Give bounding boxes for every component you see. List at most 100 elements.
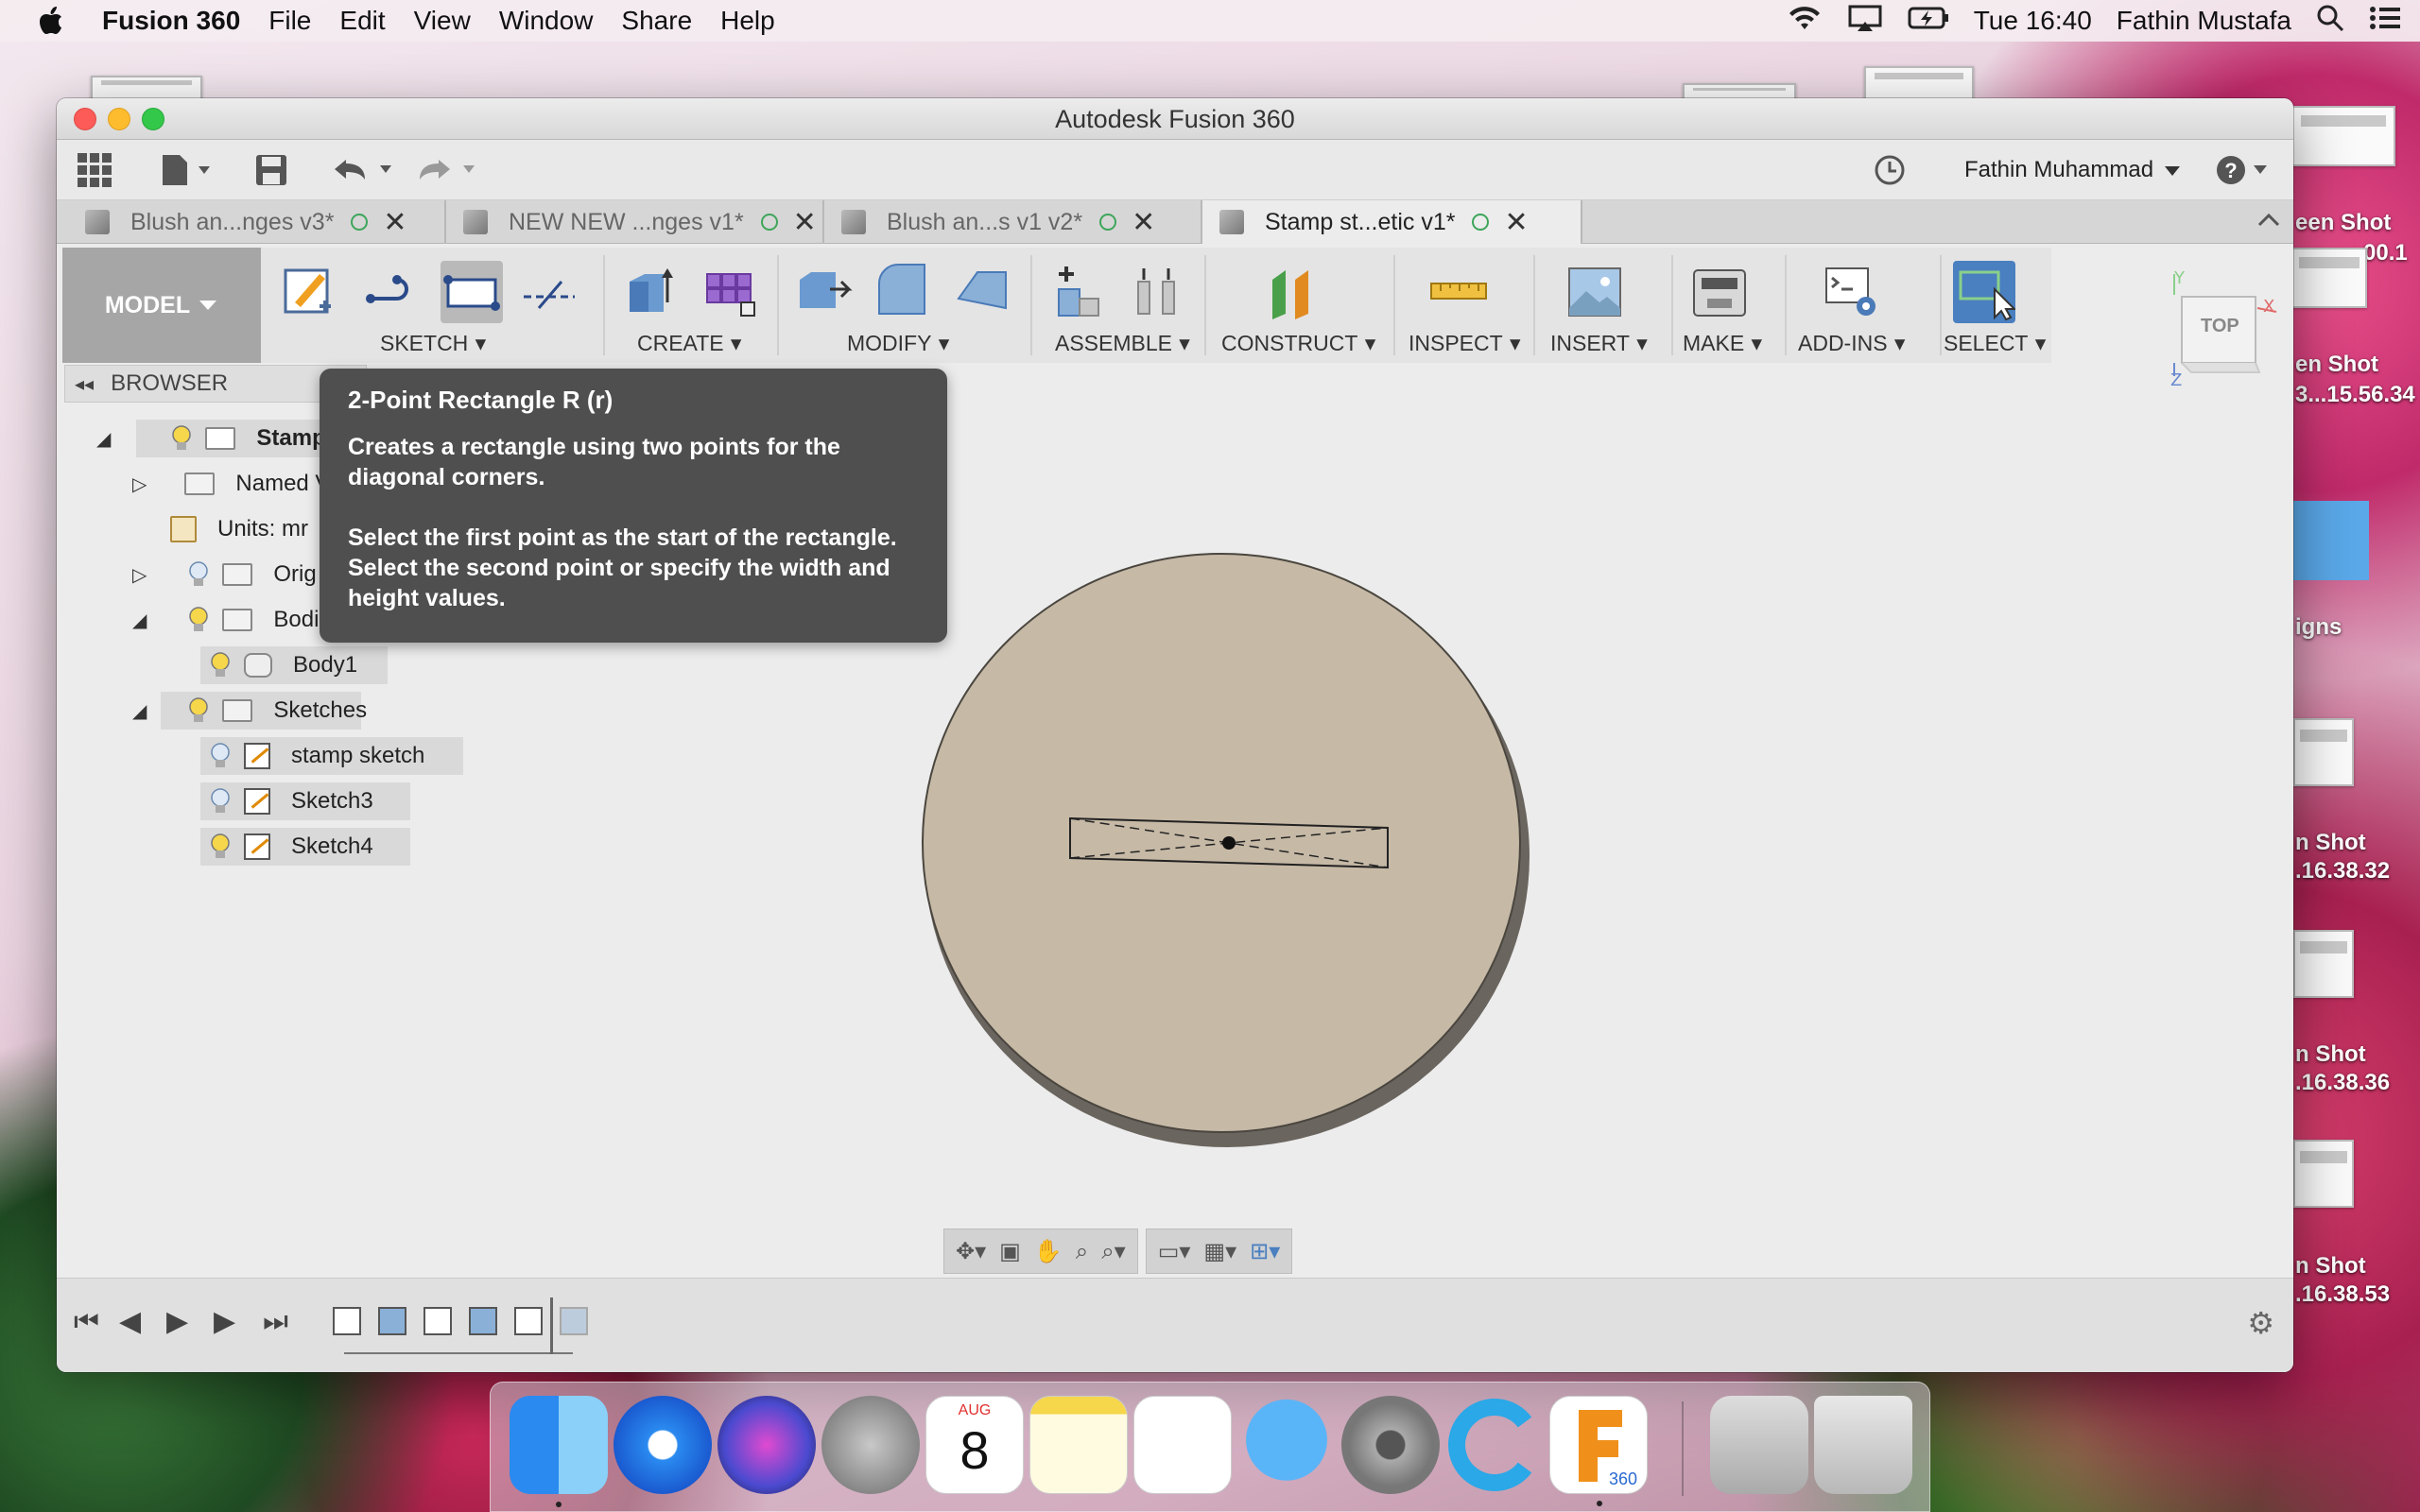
desktop-file-thumbnail[interactable] bbox=[2291, 106, 2395, 166]
desktop-file-label[interactable]: n Shot bbox=[2295, 1253, 2366, 1280]
spotlight-icon[interactable] bbox=[2316, 4, 2344, 39]
fusion-360-icon[interactable]: 360 bbox=[1549, 1396, 1648, 1506]
orbit-icon[interactable]: ✥▾ bbox=[956, 1238, 986, 1264]
launchpad-rocket-icon[interactable] bbox=[821, 1396, 920, 1494]
minimize-window-button[interactable] bbox=[108, 108, 130, 130]
visibility-bulb-icon[interactable] bbox=[210, 833, 231, 860]
desktop-file-thumbnail[interactable] bbox=[2293, 718, 2354, 786]
help-icon[interactable]: ? bbox=[2216, 151, 2273, 189]
make-group-menu[interactable]: MAKE ▾ bbox=[1683, 331, 1762, 356]
3d-print-icon[interactable] bbox=[1688, 261, 1751, 323]
timeline-settings-gear-icon[interactable]: ⚙ bbox=[2247, 1305, 2274, 1341]
visibility-bulb-icon[interactable] bbox=[210, 652, 231, 679]
clock[interactable]: Tue 16:40 bbox=[1974, 6, 2092, 36]
safari-icon[interactable] bbox=[614, 1396, 712, 1494]
menu-file[interactable]: File bbox=[268, 6, 311, 36]
browser-node-sketch4[interactable]: Sketch4 bbox=[200, 828, 410, 866]
undo-icon[interactable] bbox=[333, 151, 399, 189]
create-sketch-icon[interactable] bbox=[278, 261, 340, 323]
browser-node-body1[interactable]: Body1 bbox=[200, 646, 388, 684]
visibility-bulb-icon[interactable] bbox=[188, 607, 209, 633]
timeline-extrude-feature[interactable] bbox=[469, 1307, 497, 1335]
browser-node-sketch3[interactable]: Sketch3 bbox=[200, 782, 410, 820]
grid-settings-icon[interactable]: ▦▾ bbox=[1203, 1238, 1236, 1264]
insert-group-menu[interactable]: INSERT ▾ bbox=[1550, 331, 1648, 356]
visibility-bulb-off-icon[interactable] bbox=[210, 743, 231, 769]
collapse-toolbar-chevron-up-icon[interactable] bbox=[2256, 208, 2282, 239]
save-icon[interactable] bbox=[255, 151, 287, 189]
create-group-menu[interactable]: CREATE ▾ bbox=[637, 331, 741, 356]
timeline-previous-icon[interactable]: ◀ bbox=[119, 1305, 141, 1338]
extrude-icon[interactable] bbox=[620, 261, 683, 323]
window-titlebar[interactable]: Autodesk Fusion 360 bbox=[57, 98, 2293, 140]
expand-triangle-icon[interactable]: ▷ bbox=[132, 472, 147, 495]
timeline-last-icon[interactable]: ⏭ bbox=[263, 1305, 288, 1338]
timeline-next-icon[interactable]: ▶ bbox=[214, 1305, 235, 1338]
select-tool-icon[interactable] bbox=[1953, 261, 2017, 323]
siri-icon[interactable] bbox=[717, 1396, 816, 1494]
menu-window[interactable]: Window bbox=[499, 6, 594, 36]
timeline-first-icon[interactable]: ⏮ bbox=[74, 1305, 99, 1338]
browser-node-units[interactable]: Units: mr bbox=[170, 510, 308, 548]
new-component-icon[interactable] bbox=[1046, 261, 1108, 323]
visibility-bulb-off-icon[interactable] bbox=[210, 788, 231, 815]
browser-node-origin[interactable]: ▷ Orig bbox=[132, 556, 317, 593]
menu-app-name[interactable]: Fusion 360 bbox=[102, 6, 240, 36]
battery-icon[interactable] bbox=[1908, 6, 1949, 37]
redo-icon[interactable] bbox=[416, 151, 482, 189]
collapse-triangle-icon[interactable]: ◢ bbox=[132, 609, 147, 631]
file-menu-icon[interactable] bbox=[161, 151, 214, 189]
display-settings-icon[interactable]: ▭▾ bbox=[1158, 1238, 1191, 1264]
reminders-icon[interactable] bbox=[1133, 1396, 1232, 1494]
tab-blush-v1-v2[interactable]: Blush an...s v1 v2* ✕ bbox=[824, 200, 1202, 244]
menu-share[interactable]: Share bbox=[621, 6, 692, 36]
job-status-clock-icon[interactable] bbox=[1874, 151, 1906, 189]
offset-plane-icon[interactable] bbox=[1263, 261, 1325, 323]
two-point-rectangle-icon[interactable] bbox=[441, 261, 503, 323]
airplay-icon[interactable] bbox=[1847, 4, 1883, 39]
desktop-file-label[interactable]: .16.38.32 bbox=[2295, 858, 2390, 885]
close-tab-icon[interactable]: ✕ bbox=[1504, 206, 1528, 239]
construction-line-icon[interactable] bbox=[518, 261, 580, 323]
assemble-group-menu[interactable]: ASSEMBLE ▾ bbox=[1055, 331, 1190, 356]
timeline-marker[interactable] bbox=[550, 1297, 553, 1354]
desktop-file-label[interactable]: 00.1 bbox=[2363, 240, 2408, 266]
desktop-file-label[interactable]: .16.38.36 bbox=[2295, 1070, 2390, 1096]
desktop-file-thumbnail[interactable] bbox=[2293, 930, 2354, 998]
menu-view[interactable]: View bbox=[414, 6, 471, 36]
desktop-folder-icon[interactable] bbox=[2293, 501, 2369, 580]
desktop-file-label[interactable]: en Shot bbox=[2295, 352, 2378, 378]
calendar-icon[interactable]: AUG 8 bbox=[925, 1396, 1024, 1494]
desktop-file-label[interactable]: n Shot bbox=[2295, 1041, 2366, 1068]
wifi-icon[interactable] bbox=[1787, 5, 1823, 38]
desktop-file-label[interactable]: n Shot bbox=[2295, 830, 2366, 856]
system-preferences-icon[interactable] bbox=[1341, 1396, 1440, 1494]
collapse-triangle-icon[interactable]: ◢ bbox=[96, 427, 111, 450]
visibility-bulb-off-icon[interactable] bbox=[188, 561, 209, 588]
menu-edit[interactable]: Edit bbox=[339, 6, 385, 36]
view-cube[interactable]: Y Z X TOP bbox=[2155, 259, 2288, 391]
timeline-suppressed-feature[interactable] bbox=[560, 1307, 588, 1335]
browser-node-stamp-sketch[interactable]: stamp sketch bbox=[200, 737, 463, 775]
timeline-extrude-feature[interactable] bbox=[378, 1307, 406, 1335]
timeline-sketch-feature[interactable] bbox=[514, 1307, 543, 1335]
timeline-play-icon[interactable]: ▶ bbox=[166, 1305, 188, 1338]
close-tab-icon[interactable]: ✕ bbox=[793, 206, 817, 239]
inspect-group-menu[interactable]: INSPECT ▾ bbox=[1409, 331, 1521, 356]
browser-node-sketches[interactable]: ◢ Sketches bbox=[132, 692, 367, 730]
user-account-menu[interactable]: Fathin Muhammad bbox=[1964, 151, 2186, 189]
fit-zoom-icon[interactable]: ⌕▾ bbox=[1101, 1238, 1126, 1264]
messages-icon[interactable] bbox=[1237, 1396, 1336, 1494]
press-pull-icon[interactable] bbox=[792, 261, 855, 323]
visibility-bulb-icon[interactable] bbox=[188, 697, 209, 724]
collapse-triangle-icon[interactable]: ◢ bbox=[132, 699, 147, 722]
sketch-group-menu[interactable]: SKETCH ▾ bbox=[380, 331, 486, 356]
close-tab-icon[interactable]: ✕ bbox=[383, 206, 406, 239]
construct-group-menu[interactable]: CONSTRUCT ▾ bbox=[1221, 331, 1375, 356]
timeline-sketch-feature[interactable] bbox=[424, 1307, 452, 1335]
desktop-file-thumbnail[interactable] bbox=[2293, 1140, 2354, 1208]
ccleaner-icon[interactable] bbox=[1445, 1396, 1544, 1494]
notes-icon[interactable] bbox=[1029, 1396, 1128, 1494]
stamp-disc-body[interactable] bbox=[922, 553, 1521, 1133]
desktop-file-label[interactable]: igns bbox=[2295, 614, 2342, 641]
